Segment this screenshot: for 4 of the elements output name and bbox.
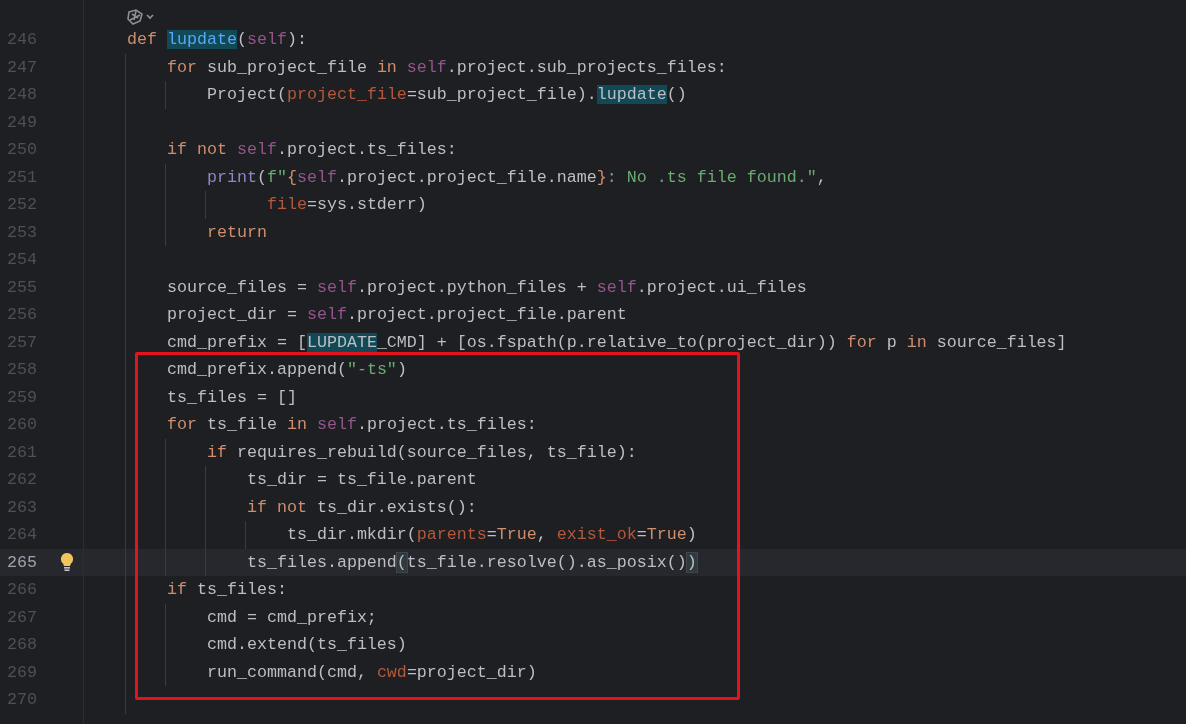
- lightbulb-icon[interactable]: [60, 552, 74, 573]
- line-number: 265: [6, 551, 37, 574]
- code-line: def lupdate(self):: [125, 29, 308, 51]
- ai-assistant-icon[interactable]: [126, 8, 156, 26]
